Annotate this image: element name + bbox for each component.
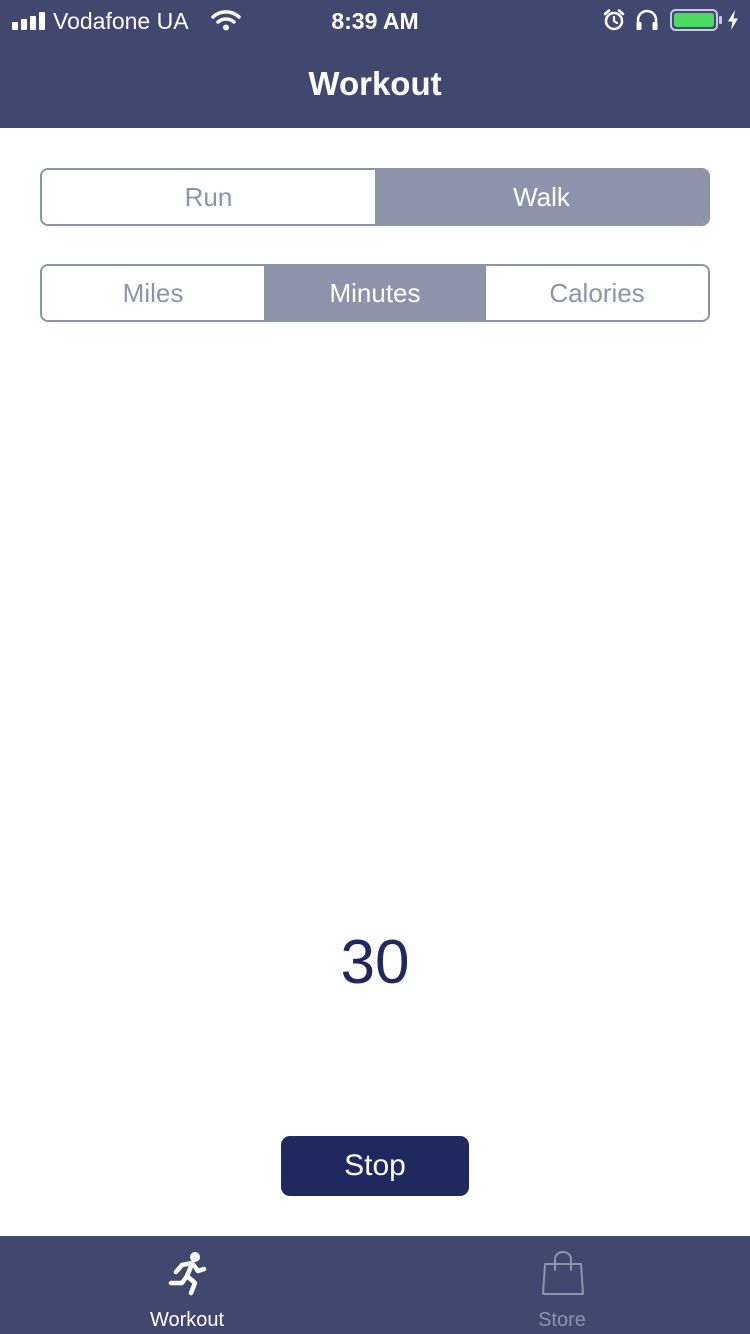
workout-counter: 30 [340,928,410,997]
alarm-icon [603,9,625,31]
battery-icon [670,9,722,31]
metric-segmented-control: Miles Minutes Calories [40,264,710,322]
stop-button[interactable]: Stop [281,1136,469,1196]
header: Vodafone UA 8:39 AM Workout [0,0,750,128]
charging-bolt-icon [728,10,738,30]
tab-store[interactable]: Store [462,1236,662,1334]
segment-miles[interactable]: Miles [42,266,264,320]
page-title: Workout [308,65,442,102]
segment-run[interactable]: Run [42,170,375,224]
tab-workout-label: Workout [149,1309,225,1331]
shopping-bag-icon [542,1251,584,1295]
segment-calories[interactable]: Calories [486,266,708,320]
status-bar: Vodafone UA 8:39 AM [0,0,750,40]
headphones-icon [636,9,658,30]
segment-walk[interactable]: Walk [375,170,708,224]
tab-store-label: Store [538,1309,586,1331]
activity-segmented-control: Run Walk [40,168,710,226]
tab-workout[interactable]: Workout [87,1236,287,1334]
segment-minutes[interactable]: Minutes [264,266,486,320]
tab-bar: Workout Store [0,1236,750,1334]
running-person-icon [168,1252,207,1296]
